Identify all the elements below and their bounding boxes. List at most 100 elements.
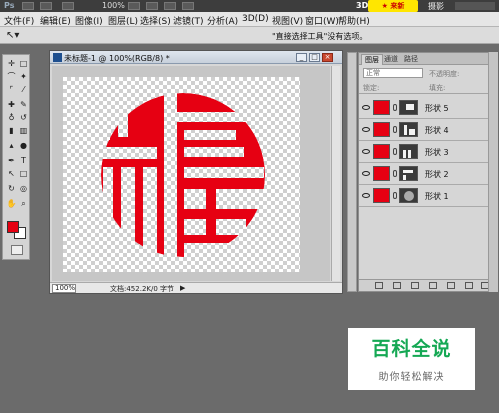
eraser-tool-icon[interactable]: ▮ [6, 125, 17, 136]
window-controls[interactable] [455, 2, 495, 10]
tab-layers[interactable]: 图层 [361, 54, 383, 65]
eye-icon[interactable] [362, 105, 370, 110]
layer-name: 形状 1 [425, 192, 449, 201]
layer-row[interactable]: 形状 2 [359, 163, 495, 185]
collapsed-panel-strip[interactable] [347, 52, 357, 292]
quick-select-icon[interactable]: ✦ [18, 71, 29, 82]
zoom-tool-icon[interactable] [146, 2, 158, 10]
healing-brush-icon[interactable]: ✚ [6, 99, 17, 110]
document-tab[interactable]: 未标题-1 @ 100%(RGB/8) * _ □ × [50, 51, 342, 64]
eye-icon[interactable] [362, 149, 370, 154]
app-titlebar: Ps 100% 3D ★ 来新 摄影 [0, 0, 499, 12]
photoshop-logo: Ps [4, 1, 15, 10]
workspace-3d-label[interactable]: 3D [356, 1, 368, 10]
layer-row[interactable]: 形状 3 [359, 141, 495, 163]
tab-channels[interactable]: 通道 [381, 54, 401, 64]
transparent-canvas[interactable] [63, 77, 300, 272]
layer-row[interactable]: 形状 4 [359, 119, 495, 141]
menu-view[interactable]: 视图(V) [272, 14, 303, 27]
eye-icon[interactable] [362, 193, 370, 198]
arrange-documents-icon[interactable] [164, 2, 176, 10]
move-tool-icon[interactable]: ✛ [6, 58, 17, 69]
lasso-tool-icon[interactable]: ⌒ [6, 71, 17, 82]
menu-window[interactable]: 窗口(W) [305, 14, 339, 27]
hand-tool-icon[interactable]: ✋ [6, 198, 17, 209]
close-button[interactable]: × [322, 53, 333, 62]
menu-image[interactable]: 图像(I) [75, 14, 103, 27]
layer-row[interactable]: 形状 1 [359, 185, 495, 207]
eyedropper-icon[interactable]: ⁄ [18, 84, 29, 95]
hand-icon[interactable] [128, 2, 140, 10]
layer-color-thumbnail[interactable] [373, 166, 390, 181]
vector-mask-thumbnail[interactable] [399, 188, 418, 203]
foreground-color-swatch[interactable] [7, 221, 19, 233]
3d-camera-icon[interactable]: ◎ [18, 183, 29, 194]
marquee-tool-icon[interactable]: □ [18, 58, 29, 69]
menu-filter[interactable]: 滤镜(T) [173, 14, 204, 27]
menu-3d[interactable]: 3D(D) [242, 14, 269, 24]
minimize-button[interactable]: _ [296, 53, 307, 62]
crop-tool-icon[interactable]: ⌜ [6, 84, 17, 95]
brush-tool-icon[interactable]: ✎ [18, 99, 29, 110]
history-brush-icon[interactable]: ↺ [18, 112, 29, 123]
gradient-tool-icon[interactable]: ▥ [18, 125, 29, 136]
shape-tool-icon[interactable]: □ [18, 168, 29, 179]
vector-mask-thumbnail[interactable] [399, 166, 418, 181]
pen-tool-icon[interactable]: ✒ [6, 155, 17, 166]
vector-mask-thumbnail[interactable] [399, 144, 418, 159]
options-hint-text: "直接选择工具"没有选项。 [272, 32, 368, 41]
canvas-area[interactable] [52, 66, 330, 281]
quick-mask-button[interactable] [11, 245, 23, 255]
screen-mode-icon[interactable] [182, 2, 194, 10]
eye-icon[interactable] [362, 127, 370, 132]
path-selection-arrow-icon[interactable]: ↖▾ [6, 30, 19, 41]
layer-style-icon[interactable] [393, 282, 401, 289]
right-panel-strip[interactable] [488, 52, 498, 292]
blur-tool-icon[interactable]: ▴ [6, 140, 17, 151]
dodge-tool-icon[interactable]: ● [18, 140, 29, 151]
layer-color-thumbnail[interactable] [373, 144, 390, 159]
menu-bar: 文件(F) 编辑(E) 图像(I) 图层(L) 选择(S) 滤镜(T) 分析(A… [0, 12, 499, 27]
watermark-title: 百科全说 [371, 338, 452, 360]
vertical-scrollbar[interactable] [331, 66, 340, 281]
clone-stamp-icon[interactable]: ♁ [6, 112, 17, 123]
panel-tabs: 图层 通道 路径 [359, 53, 495, 65]
path-select-icon[interactable]: ↖ [6, 168, 17, 179]
menu-layer[interactable]: 图层(L) [108, 14, 138, 27]
menu-help[interactable]: 帮助(H) [338, 14, 370, 27]
layer-color-thumbnail[interactable] [373, 122, 390, 137]
link-layers-icon[interactable] [375, 282, 383, 289]
3d-rotate-icon[interactable]: ↻ [6, 183, 17, 194]
menu-select[interactable]: 选择(S) [140, 14, 171, 27]
options-bar: ↖▾ "直接选择工具"没有选项。 [0, 27, 499, 44]
tab-paths[interactable]: 路径 [401, 54, 421, 64]
layer-name: 形状 3 [425, 148, 449, 157]
adjustment-layer-icon[interactable] [429, 282, 437, 289]
minibridge-icon[interactable] [40, 2, 52, 10]
zoom-tool-icon[interactable]: ⌕ [18, 198, 29, 209]
vector-mask-thumbnail[interactable] [399, 100, 418, 115]
add-mask-icon[interactable] [411, 282, 419, 289]
menu-analysis[interactable]: 分析(A) [207, 14, 238, 27]
status-menu-arrow-icon[interactable]: ▶ [180, 284, 185, 292]
layer-name: 形状 2 [425, 170, 449, 179]
bridge-icon[interactable] [22, 2, 34, 10]
menu-file[interactable]: 文件(F) [4, 14, 34, 27]
vector-mask-thumbnail[interactable] [399, 122, 418, 137]
layer-color-thumbnail[interactable] [373, 100, 390, 115]
workspace-switcher[interactable]: 摄影 [428, 1, 444, 12]
new-group-icon[interactable] [447, 282, 455, 289]
menu-edit[interactable]: 编辑(E) [40, 14, 71, 27]
blend-mode-select[interactable]: 正常 [363, 68, 423, 78]
layer-row[interactable]: 形状 5 [359, 97, 495, 119]
view-extras-icon[interactable] [62, 2, 74, 10]
maximize-button[interactable]: □ [309, 53, 320, 62]
blend-row: 正常 不透明度: [359, 66, 495, 80]
eye-icon[interactable] [362, 171, 370, 176]
type-tool-icon[interactable]: T [18, 155, 29, 166]
zoom-level[interactable]: 100% [102, 1, 125, 10]
new-layer-icon[interactable] [465, 282, 473, 289]
zoom-field[interactable]: 100% [52, 284, 76, 293]
layer-color-thumbnail[interactable] [373, 188, 390, 203]
fill-label: 填充: [429, 84, 446, 92]
